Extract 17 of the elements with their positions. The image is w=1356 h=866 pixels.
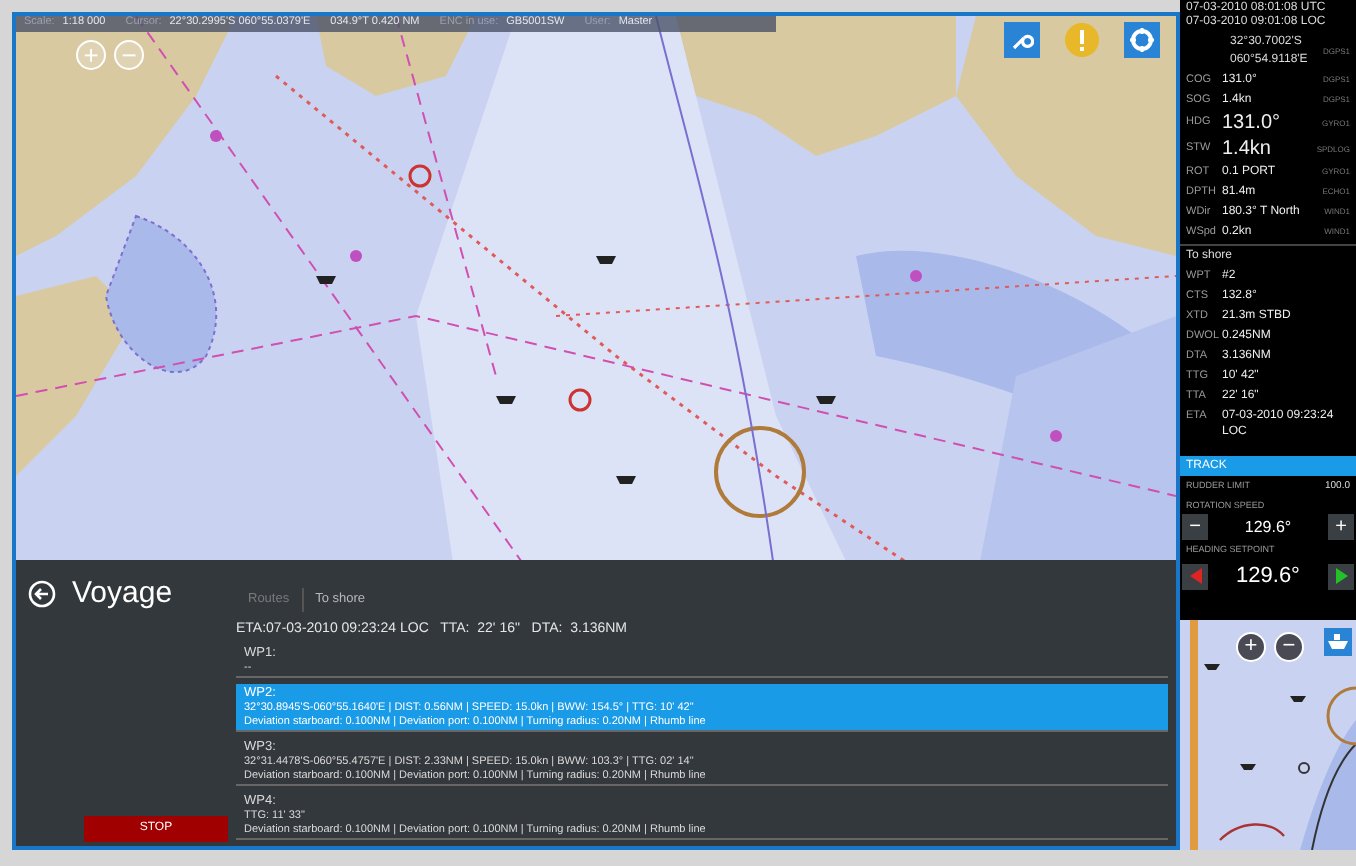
left-arrow-button[interactable]	[1182, 563, 1208, 590]
right-triangle-icon	[1335, 568, 1347, 585]
data-value: 131.0°	[1222, 110, 1283, 138]
ship-button[interactable]	[1324, 628, 1352, 656]
decrease-button[interactable]: −	[1182, 514, 1208, 541]
lifebuoy-icon	[1130, 28, 1154, 52]
back-icon[interactable]	[28, 580, 56, 609]
increase-button[interactable]: +	[1328, 514, 1354, 541]
ship-range-circle	[714, 426, 806, 518]
ship-icon	[1328, 634, 1348, 650]
lifebuoy-button[interactable]	[1124, 22, 1160, 58]
heading-setpoint-value: 129.6°	[1236, 562, 1300, 592]
data-value: 1.4kn	[1222, 136, 1273, 164]
right-arrow-button[interactable]	[1328, 563, 1354, 590]
voyage-title: Voyage	[72, 574, 173, 614]
rotation-speed-value: 129.6°	[1244, 515, 1292, 540]
left-triangle-icon	[1189, 568, 1201, 585]
